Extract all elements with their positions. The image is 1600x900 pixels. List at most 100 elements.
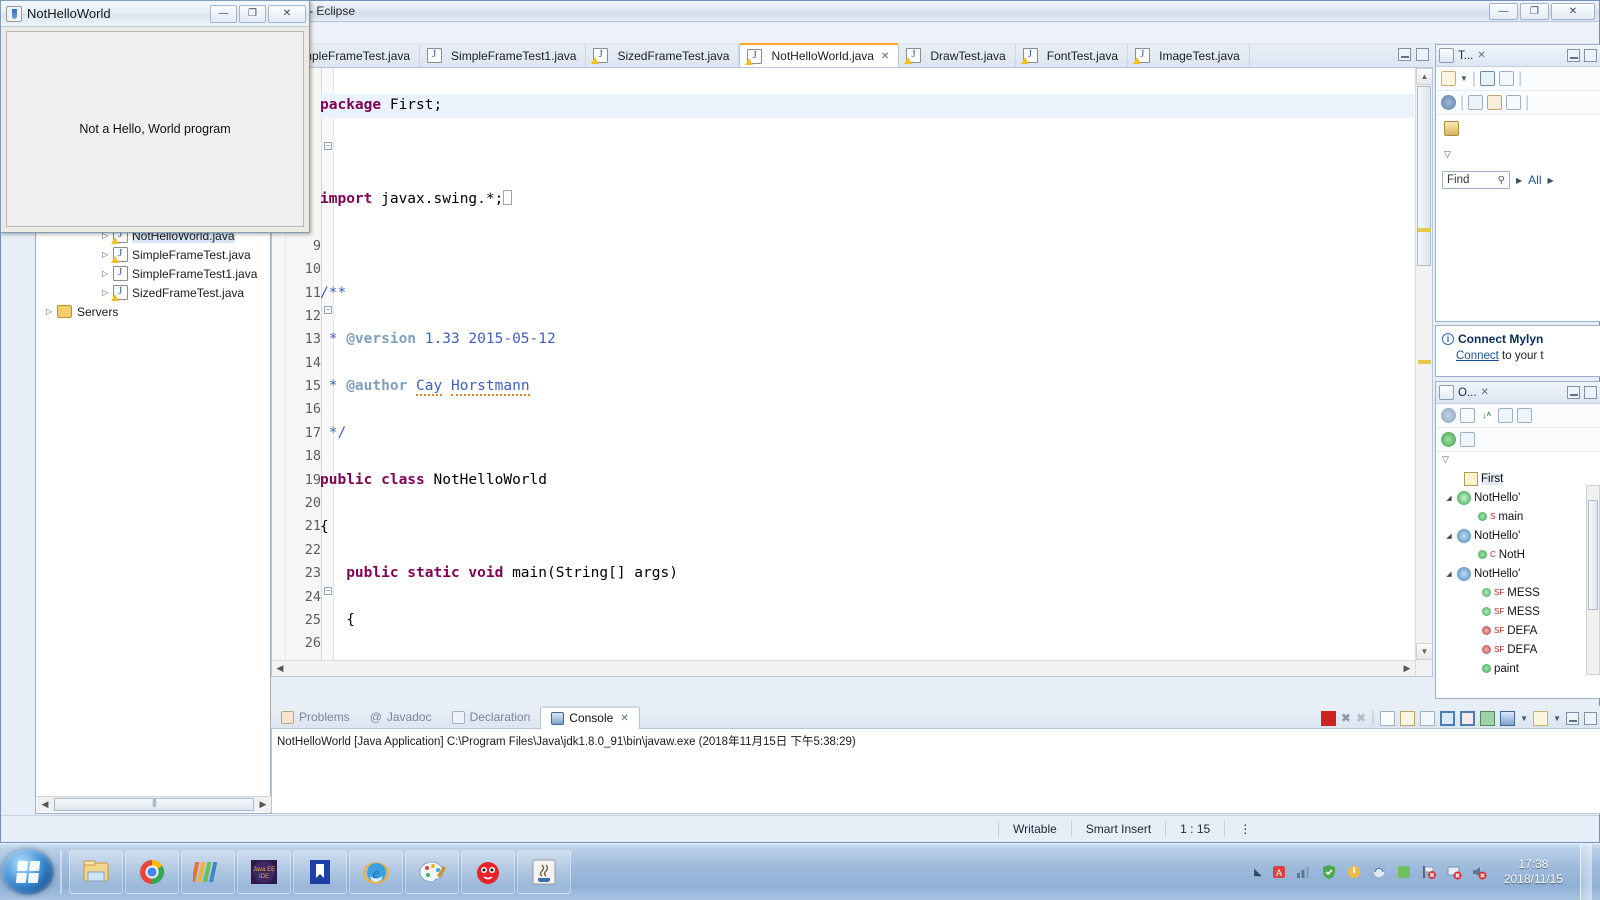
next-icon[interactable]: ▶ bbox=[1548, 176, 1554, 185]
hide-nonpublic-icon[interactable] bbox=[1498, 408, 1513, 423]
tab-console[interactable]: Console ✕ bbox=[540, 705, 640, 729]
tree-item-sizedframetest[interactable]: ▷ SizedFrameTest.java bbox=[36, 283, 270, 302]
hide-local-icon[interactable] bbox=[1460, 432, 1475, 447]
taskbar-bookmark[interactable] bbox=[293, 850, 347, 894]
maximize-view-icon[interactable] bbox=[1584, 49, 1597, 62]
find-input[interactable]: Find ⚲ bbox=[1442, 171, 1510, 189]
java-window-titlebar[interactable]: NotHelloWorld — ❐ ✕ bbox=[1, 1, 309, 27]
task-icon[interactable] bbox=[1444, 121, 1459, 136]
scroll-right-icon[interactable]: ▶ bbox=[255, 799, 271, 810]
expand-arrow-icon[interactable]: ◢ bbox=[1444, 570, 1454, 578]
show-fields-icon[interactable] bbox=[1441, 432, 1456, 447]
scrollbar-thumb[interactable] bbox=[1588, 500, 1598, 610]
tab-declaration[interactable]: Declaration bbox=[442, 706, 541, 729]
minimize-view-icon[interactable] bbox=[1567, 386, 1580, 399]
java-maximize-button[interactable]: ❐ bbox=[239, 4, 266, 23]
editor-source-code[interactable]: package First; import javax.swing.*; /**… bbox=[320, 71, 1414, 676]
outline-item-constructor[interactable]: C NotH bbox=[1436, 545, 1600, 564]
taskbar-internet-explorer[interactable]: e bbox=[349, 850, 403, 894]
outline-item-message2[interactable]: SF MESS bbox=[1436, 602, 1600, 621]
minimize-console-icon[interactable] bbox=[1566, 711, 1579, 725]
scroll-down-icon[interactable]: ▼ bbox=[1416, 643, 1432, 660]
chevron-down-icon[interactable]: ▼ bbox=[1553, 714, 1561, 723]
tray-flag-error-icon[interactable] bbox=[1421, 864, 1437, 880]
scroll-up-icon[interactable]: ▲ bbox=[1416, 68, 1432, 85]
warning-marker[interactable] bbox=[1418, 360, 1431, 364]
expand-arrow-icon[interactable]: ◢ bbox=[1444, 532, 1454, 540]
outline-item-nothelloworld[interactable]: ◢ NotHello' bbox=[1436, 488, 1600, 507]
tree-item-servers[interactable]: ▷ Servers bbox=[36, 302, 270, 321]
code-editor[interactable]: 9 10 11 12 13 14 15 16 17 18 19 20 21 22… bbox=[271, 68, 1433, 677]
tray-power-icon[interactable] bbox=[1346, 864, 1362, 880]
categorized-view-icon[interactable] bbox=[1480, 71, 1496, 86]
new-console-icon[interactable] bbox=[1480, 710, 1496, 726]
terminate-icon[interactable] bbox=[1320, 710, 1336, 726]
new-task-icon[interactable] bbox=[1441, 71, 1456, 86]
expand-arrow-icon[interactable]: ▷ bbox=[46, 307, 57, 316]
taskbar-java-ee-ide[interactable]: Java EE IDE bbox=[237, 850, 291, 894]
tab-simpleframetest1[interactable]: SimpleFrameTest1.java bbox=[420, 44, 587, 67]
scroll-left-icon[interactable]: ◀ bbox=[37, 799, 53, 810]
close-icon[interactable]: ✕ bbox=[1477, 50, 1485, 61]
warning-marker[interactable] bbox=[1418, 228, 1431, 232]
outline-item-default1[interactable]: SF DEFA bbox=[1436, 621, 1600, 640]
java-minimize-button[interactable]: — bbox=[210, 4, 237, 23]
focus-icon[interactable] bbox=[1441, 95, 1456, 110]
outline-item-default2[interactable]: SF DEFA bbox=[1436, 640, 1600, 659]
outline-vscrollbar[interactable] bbox=[1586, 485, 1600, 675]
sort-icon[interactable]: ↓ᴬ bbox=[1479, 408, 1494, 423]
scroll-left-icon[interactable]: ◀ bbox=[272, 663, 288, 674]
clear-console-icon[interactable] bbox=[1380, 710, 1396, 726]
minimize-view-icon[interactable] bbox=[1567, 49, 1580, 62]
tray-network-icon[interactable] bbox=[1296, 864, 1312, 880]
package-explorer-hscrollbar[interactable]: ◀ ▶ bbox=[37, 796, 271, 812]
tab-fonttest[interactable]: FontTest.java bbox=[1016, 44, 1129, 67]
expand-arrow-icon[interactable]: ▷ bbox=[102, 269, 113, 278]
console-output-area[interactable]: NotHelloWorld [Java Application] C:\Prog… bbox=[271, 729, 1600, 814]
tray-sync-icon[interactable] bbox=[1371, 864, 1387, 880]
outline-item-message1[interactable]: SF MESS bbox=[1436, 583, 1600, 602]
outline-item-first[interactable]: First bbox=[1436, 469, 1600, 488]
taskbar-colorbars[interactable] bbox=[181, 850, 235, 894]
show-desktop-button[interactable] bbox=[1580, 844, 1592, 900]
taskbar-redapp[interactable] bbox=[461, 850, 515, 894]
tab-drawtest[interactable]: DrawTest.java bbox=[899, 44, 1016, 67]
java-application-window[interactable]: NotHelloWorld — ❐ ✕ Not a Hello, World p… bbox=[0, 0, 310, 233]
outline-item-messagepanel[interactable]: ◢ NotHello' bbox=[1436, 564, 1600, 583]
tab-problems[interactable]: Problems bbox=[271, 706, 360, 729]
open-console-icon[interactable] bbox=[1460, 710, 1476, 726]
tray-volume-muted-icon[interactable] bbox=[1471, 864, 1487, 880]
minimize-editor-icon[interactable] bbox=[1398, 48, 1411, 61]
tray-network-error-icon[interactable] bbox=[1446, 864, 1462, 880]
tab-sizedframetest[interactable]: SizedFrameTest.java bbox=[586, 44, 740, 67]
taskbar-chrome[interactable] bbox=[125, 850, 179, 894]
mylyn-connect-link[interactable]: Connect bbox=[1456, 350, 1499, 362]
maximize-console-icon[interactable] bbox=[1584, 711, 1597, 725]
taskbar-clock[interactable]: 17:38 2018/11/15 bbox=[1496, 857, 1571, 887]
filter-icon[interactable] bbox=[1468, 95, 1484, 110]
remove-launch-icon[interactable]: ✖ bbox=[1341, 711, 1351, 725]
close-button[interactable]: ✕ bbox=[1551, 3, 1595, 20]
editor-hscrollbar[interactable]: ◀ ▶ bbox=[272, 660, 1415, 676]
scrollbar-thumb[interactable] bbox=[1417, 86, 1431, 266]
start-button[interactable] bbox=[2, 849, 54, 895]
console-view-icon[interactable] bbox=[1500, 710, 1516, 726]
tray-shield-icon[interactable] bbox=[1321, 864, 1337, 880]
tray-expand-icon[interactable]: ◣ bbox=[1254, 867, 1262, 878]
remove-all-terminated-icon[interactable]: ✖ bbox=[1356, 711, 1366, 725]
hide-static-icon[interactable] bbox=[1517, 408, 1532, 423]
outline-item-main[interactable]: S main bbox=[1436, 507, 1600, 526]
editor-vscrollbar[interactable]: ▲ ▼ bbox=[1415, 68, 1432, 676]
scrollbar-thumb[interactable] bbox=[54, 798, 254, 811]
taskbar-file-explorer[interactable] bbox=[69, 850, 123, 894]
outline-item-paint[interactable]: paint bbox=[1436, 659, 1600, 678]
scroll-lock-icon[interactable] bbox=[1400, 710, 1416, 726]
taskbar-java[interactable] bbox=[517, 850, 571, 894]
display-selected-console-icon[interactable] bbox=[1440, 710, 1456, 726]
tab-javadoc[interactable]: @ Javadoc bbox=[360, 706, 442, 729]
find-all-label[interactable]: All bbox=[1528, 173, 1541, 187]
java-close-button[interactable]: ✕ bbox=[268, 4, 306, 23]
scheduled-view-icon[interactable] bbox=[1499, 71, 1515, 86]
scroll-right-icon[interactable]: ▶ bbox=[1399, 663, 1415, 674]
expand-arrow-icon[interactable]: ◢ bbox=[1444, 494, 1454, 502]
